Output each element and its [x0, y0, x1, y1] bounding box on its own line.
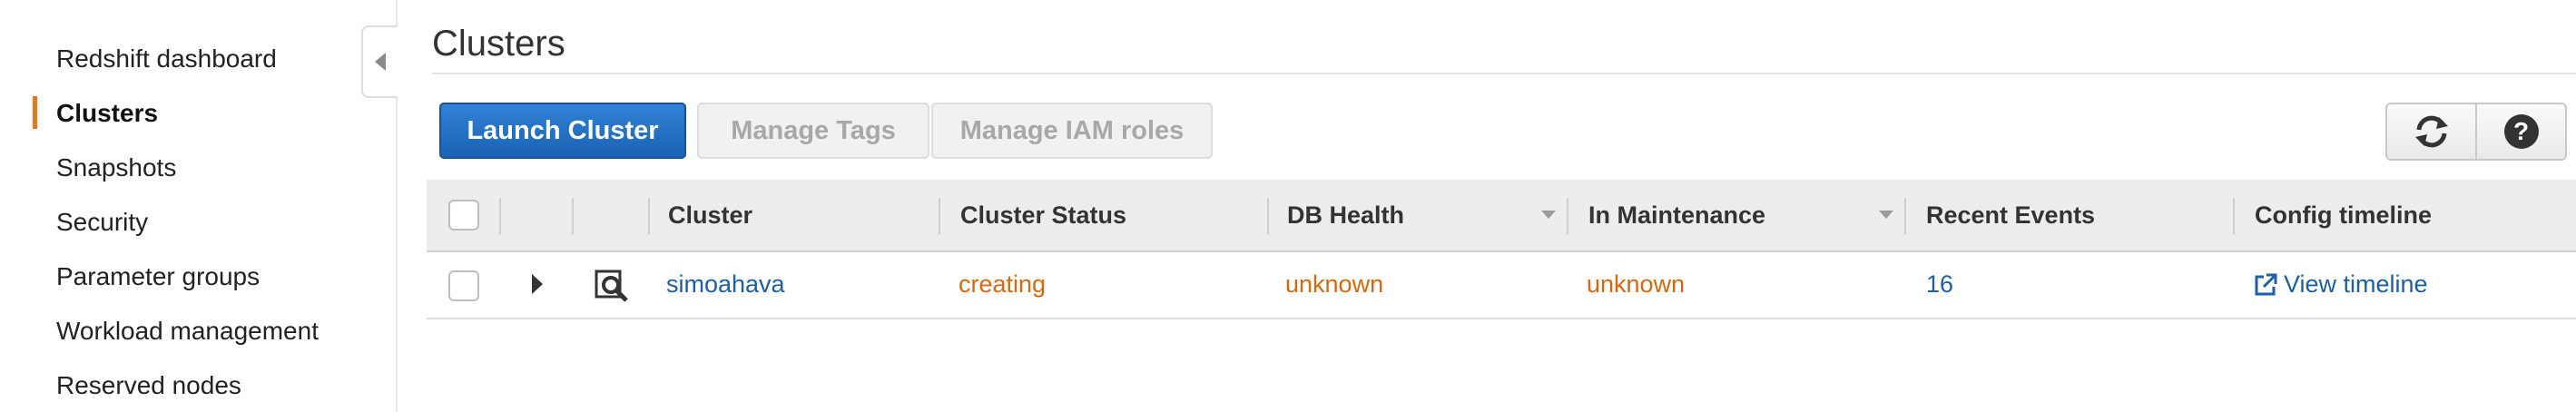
recent-events-link[interactable]: 16: [1926, 270, 1953, 299]
manage-tags-button[interactable]: Manage Tags: [697, 103, 929, 159]
table-header: Cluster Cluster Status DB Health In Main…: [427, 180, 2576, 252]
column-divider: [648, 198, 650, 234]
view-timeline-label: View timeline: [2284, 270, 2428, 298]
row-select-checkbox[interactable]: [448, 270, 479, 301]
sort-arrow-icon[interactable]: [1541, 211, 1556, 219]
column-divider: [939, 198, 940, 234]
column-header-cluster[interactable]: Cluster: [668, 201, 752, 230]
cluster-details-icon[interactable]: [594, 269, 630, 303]
sidebar-item-clusters[interactable]: Clusters: [56, 98, 158, 129]
column-header-recent-events[interactable]: Recent Events: [1926, 201, 2095, 230]
column-header-in-maintenance[interactable]: In Maintenance: [1588, 201, 1765, 230]
active-indicator: [33, 96, 37, 129]
column-header-config-timeline[interactable]: Config timeline: [2255, 201, 2432, 230]
sidebar-item-reserved-nodes[interactable]: Reserved nodes: [56, 370, 241, 401]
select-all-checkbox[interactable]: [448, 200, 479, 231]
cluster-status-value: creating: [959, 270, 1047, 298]
column-divider: [499, 198, 501, 234]
sidebar-item-security[interactable]: Security: [56, 207, 148, 238]
cluster-name-link[interactable]: simoahava: [666, 270, 785, 299]
launch-cluster-button[interactable]: Launch Cluster: [439, 103, 686, 159]
column-divider: [1267, 198, 1269, 234]
in-maintenance-value: unknown: [1587, 270, 1686, 298]
sidebar-item-parameter-groups[interactable]: Parameter groups: [56, 261, 260, 292]
column-divider: [1567, 198, 1568, 234]
column-divider: [572, 198, 574, 234]
db-health-value: unknown: [1285, 270, 1384, 298]
title-divider: [432, 73, 2576, 74]
toolbar-icon-group: ?: [2385, 103, 2567, 161]
column-header-db-health[interactable]: DB Health: [1287, 201, 1404, 230]
external-link-icon: [2255, 273, 2277, 295]
column-divider: [2233, 198, 2235, 234]
sidebar-collapse-button[interactable]: [361, 25, 398, 98]
refresh-icon: [2414, 115, 2448, 148]
help-icon: ?: [2503, 114, 2539, 149]
sidebar-item-snapshots[interactable]: Snapshots: [56, 152, 176, 183]
view-timeline-link[interactable]: View timeline: [2253, 270, 2428, 299]
page-title: Clusters: [432, 24, 565, 64]
column-divider: [1904, 198, 1906, 234]
manage-iam-roles-button[interactable]: Manage IAM roles: [931, 103, 1213, 159]
expand-row-icon[interactable]: [532, 274, 543, 294]
help-button[interactable]: ?: [2475, 104, 2565, 159]
sort-arrow-icon[interactable]: [1879, 211, 1893, 219]
column-header-cluster-status[interactable]: Cluster Status: [960, 201, 1126, 230]
sidebar: Redshift dashboard Clusters Snapshots Se…: [0, 0, 398, 412]
chevron-left-icon: [375, 53, 386, 71]
refresh-button[interactable]: [2387, 104, 2475, 159]
table-row[interactable]: simoahava creating unknown unknown 16 Vi…: [427, 252, 2576, 319]
sidebar-item-workload-management[interactable]: Workload management: [56, 316, 319, 347]
sidebar-item-redshift-dashboard[interactable]: Redshift dashboard: [56, 44, 277, 74]
